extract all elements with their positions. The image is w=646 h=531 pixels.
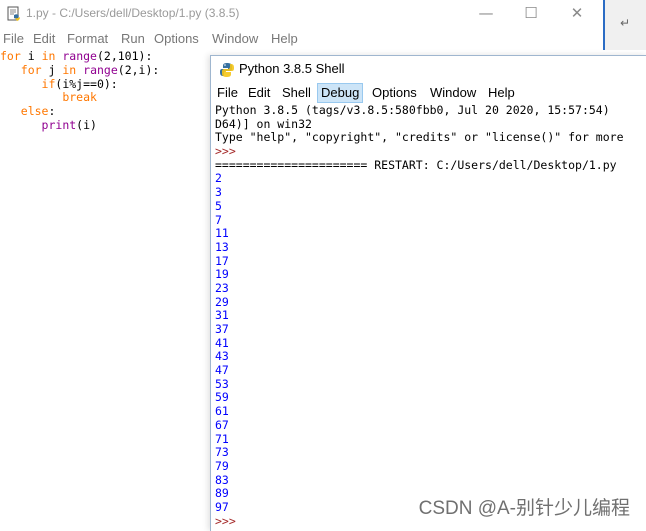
code-text: j: [41, 62, 63, 77]
output-line: 37: [215, 322, 229, 336]
shell-output-area[interactable]: Python 3.8.5 (tags/v3.8.5:580fbb0, Jul 2…: [211, 104, 646, 531]
code-keyword: if: [41, 76, 56, 91]
output-line: 41: [215, 335, 229, 350]
shell-titlebar[interactable]: Python 3.8.5 Shell: [211, 56, 646, 82]
editor-menu-run[interactable]: Run: [121, 31, 145, 46]
code-line: print(i): [0, 117, 210, 133]
output-line: 5: [215, 198, 222, 213]
code-line: break: [0, 90, 210, 105]
shell-menubar: File Edit Shell Debug Options Window Hel…: [211, 83, 646, 103]
code-line: for j in range(2,i):: [0, 62, 210, 78]
output-line: 17: [215, 253, 229, 268]
code-builtin: range: [62, 49, 97, 63]
return-arrow-icon: ↵: [620, 16, 631, 30]
editor-titlebar[interactable]: 1.py - C:/Users/dell/Desktop/1.py (3.8.5…: [0, 0, 603, 28]
code-line: for i in range(2,101):: [0, 49, 210, 64]
code-keyword: in: [62, 62, 77, 77]
output-line: 13: [215, 239, 229, 254]
watermark: CSDN @A-别针少儿编程: [418, 498, 630, 519]
code-line: else:: [0, 104, 210, 119]
output-line: 29: [215, 294, 229, 309]
shell-program-output: 2 3 5 7 11 13 17 19 23 29 31 37 41 43 47 53 59 61 67 71 73 79…: [215, 172, 646, 514]
close-icon: ✕: [570, 4, 584, 22]
background-window-border: [603, 0, 605, 50]
close-button[interactable]: ✕: [555, 2, 599, 26]
output-line: 67: [215, 417, 229, 432]
code-builtin: range: [83, 62, 118, 77]
code-text: :: [48, 104, 56, 119]
editor-menu-options[interactable]: Options: [154, 31, 199, 46]
output-line: 73: [215, 445, 229, 460]
code-builtin: print: [41, 117, 77, 132]
output-line: 79: [215, 458, 229, 473]
output-line: 43: [215, 349, 229, 364]
python-shell-icon: [220, 63, 234, 77]
shell-menu-window[interactable]: Window: [427, 84, 479, 102]
shell-title: Python 3.8.5 Shell: [239, 61, 345, 76]
shell-menu-shell[interactable]: Shell: [279, 84, 314, 102]
editor-menu-file[interactable]: File: [3, 31, 24, 46]
code-text: (i): [76, 117, 97, 132]
shell-header-line: Type "help", "copyright", "credits" or "…: [215, 130, 624, 145]
editor-menu-format[interactable]: Format: [67, 31, 108, 46]
output-line: 7: [215, 212, 222, 227]
output-line: 11: [215, 226, 229, 241]
code-text: (i%j==0):: [55, 76, 118, 91]
shell-menu-options[interactable]: Options: [369, 84, 420, 102]
output-line: 31: [215, 308, 229, 323]
editor-title: 1.py - C:/Users/dell/Desktop/1.py (3.8.5…: [26, 6, 240, 20]
code-keyword: in: [41, 49, 56, 63]
maximize-button[interactable]: ☐: [509, 2, 553, 26]
code-keyword: for: [20, 62, 42, 77]
shell-menu-file[interactable]: File: [214, 84, 241, 102]
output-line: 47: [215, 363, 229, 378]
shell-window: Python 3.8.5 Shell File Edit Shell Debug…: [210, 55, 646, 531]
output-line: 71: [215, 431, 229, 446]
output-line: 59: [215, 390, 229, 405]
shell-prompt: >>>: [215, 144, 236, 159]
output-line: 53: [215, 376, 229, 391]
output-line: 61: [215, 404, 229, 419]
editor-menu-help[interactable]: Help: [271, 31, 298, 46]
editor-code-area[interactable]: for i in range(2,101): for j in range(2,…: [0, 49, 210, 530]
shell-header-line: Python 3.8.5 (tags/v3.8.5:580fbb0, Jul 2…: [215, 104, 610, 117]
output-line: 19: [215, 267, 229, 282]
code-keyword: break: [62, 90, 97, 105]
code-text: (2,i):: [117, 62, 160, 77]
shell-menu-debug[interactable]: Debug: [317, 83, 364, 103]
output-line: 3: [215, 185, 222, 200]
shell-menu-edit[interactable]: Edit: [245, 84, 273, 102]
shell-restart-line: ====================== RESTART: C:/Users…: [215, 157, 617, 172]
output-line: 83: [215, 472, 229, 487]
shell-header-line: D64)] on win32: [215, 116, 312, 131]
shell-menu-help[interactable]: Help: [485, 84, 518, 102]
editor-menubar: File Edit Format Run Options Window Help: [0, 29, 603, 49]
output-line: 23: [215, 280, 229, 295]
python-file-icon: [7, 6, 20, 21]
editor-menu-edit[interactable]: Edit: [33, 31, 55, 46]
minimize-button[interactable]: —: [464, 2, 508, 26]
code-keyword: for: [0, 49, 21, 63]
editor-menu-window[interactable]: Window: [212, 31, 258, 46]
code-keyword: else: [20, 104, 49, 119]
output-line: 2: [215, 171, 222, 186]
maximize-icon: ☐: [524, 4, 538, 22]
minimize-icon: —: [478, 4, 494, 22]
code-line: if(i%j==0):: [0, 76, 210, 92]
code-text: (2,101):: [96, 49, 153, 63]
code-text: i: [20, 49, 42, 63]
